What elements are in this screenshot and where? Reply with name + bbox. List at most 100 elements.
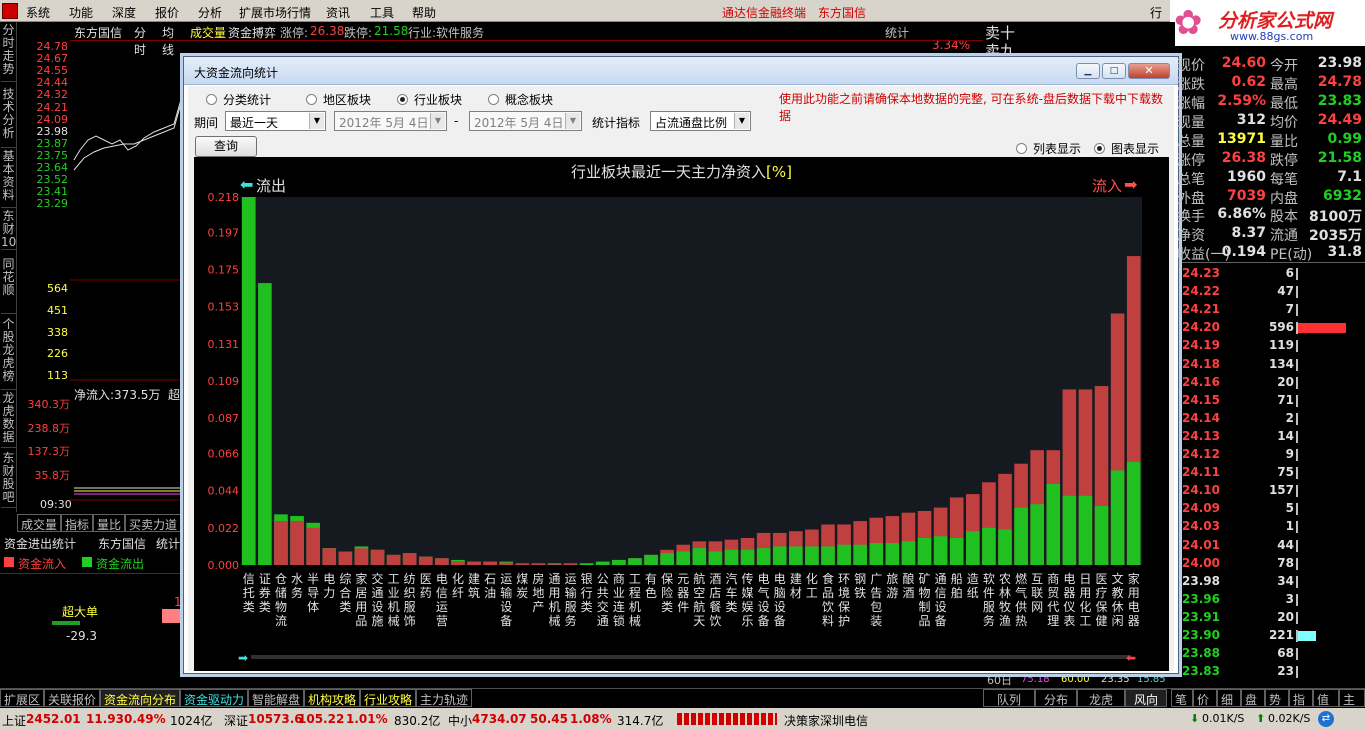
super-big-bar-out	[52, 621, 80, 625]
tab-fund-driver[interactable]: 资金驱动力	[180, 689, 249, 707]
menu-depth[interactable]: 深度	[112, 4, 136, 21]
sz-amount: 830.2亿	[394, 714, 441, 728]
radio-chart-view[interactable]: 图表显示	[1094, 140, 1159, 157]
flower-logo-icon: ✿	[1174, 3, 1203, 43]
mini-tab-5[interactable]: 势	[1265, 689, 1289, 707]
tab-ext-area[interactable]: 扩展区	[0, 689, 45, 707]
tab-inst-strategy[interactable]: 机构攻略	[304, 689, 361, 707]
tab-buy-sell-force[interactable]: 买卖力道	[125, 514, 182, 532]
query-button[interactable]: 查询	[195, 136, 257, 157]
tick-volume: 119	[1268, 338, 1294, 353]
category-label: 房	[532, 571, 544, 586]
tick-marker	[1296, 666, 1298, 679]
legend-out: 资金流出	[96, 557, 145, 571]
side-tab-dragon-list[interactable]: 个股龙虎榜	[1, 318, 16, 390]
side-tab-basic[interactable]: 基本资料	[1, 150, 16, 208]
radio-category[interactable]: 分类统计	[206, 91, 271, 108]
tick-price: 24.18	[1182, 356, 1220, 371]
tick-price: 24.15	[1182, 392, 1220, 407]
minimize-icon[interactable]: ▁	[1076, 63, 1100, 79]
scroll-right-icon[interactable]: ➡	[238, 651, 248, 665]
side-tab-intraday[interactable]: 分时走势	[1, 24, 16, 82]
fund-flow-panel: 资金进出统计 东方国信 统计 资金流入 资金流出 超大单 -29.3 1	[0, 533, 183, 685]
tab-dragon[interactable]: 龙虎	[1077, 689, 1125, 707]
app-name: 通达信金融终端	[722, 6, 807, 20]
category-label: 信	[243, 572, 255, 586]
super-big-tail: 1	[174, 595, 182, 609]
mini-tab-7[interactable]: 值	[1313, 689, 1339, 707]
scroll-left-icon[interactable]: ⬅	[1126, 651, 1136, 665]
site-logo: ✿ 分析家公式网 www.88gs.com	[1170, 0, 1365, 46]
bar-inner-segment	[1110, 470, 1125, 565]
menu-quote[interactable]: 报价	[155, 4, 179, 21]
category-label: 品	[355, 614, 367, 628]
quote-value: 26.38	[1221, 150, 1266, 166]
menu-tools[interactable]: 工具	[370, 4, 394, 21]
tick-price: 24.16	[1182, 374, 1220, 389]
flow-tick: 340.3万	[27, 398, 71, 411]
radio-region[interactable]: 地区板块	[306, 91, 371, 108]
menu-news[interactable]: 资讯	[326, 4, 350, 21]
side-tab-technical[interactable]: 技术分析	[1, 88, 16, 148]
menu-analysis[interactable]: 分析	[198, 4, 222, 21]
ma-val-1: 75.18	[1021, 674, 1050, 685]
price-tick: 24.67	[36, 52, 69, 66]
date-to-picker[interactable]: 2012年 5月 4日 ▼	[469, 111, 582, 131]
category-label: 造	[967, 572, 979, 586]
quote-label: 今开	[1270, 58, 1298, 74]
tab-main-track[interactable]: 主力轨迹	[416, 689, 473, 707]
quote-label: 外盘	[1177, 191, 1205, 207]
mini-tab-1[interactable]: 笔	[1171, 689, 1193, 707]
tab-volume-ind[interactable]: 成交量	[17, 514, 62, 532]
radio-industry[interactable]: 行业板块	[397, 91, 462, 108]
tab-volume-ratio[interactable]: 量比	[93, 514, 126, 532]
category-label: 车	[725, 585, 737, 600]
tab-volume[interactable]: 成交量	[190, 24, 226, 41]
network-icon[interactable]: ⇄	[1318, 711, 1334, 727]
tab-industry-strategy[interactable]: 行业攻略	[360, 689, 417, 707]
category-label: 备	[774, 614, 786, 628]
side-tab-ths[interactable]: 同花顺	[1, 258, 16, 314]
mini-tab-8[interactable]: 主	[1339, 689, 1365, 707]
price-tick: 23.75	[36, 148, 69, 162]
metric-select[interactable]: 占流通盘比例 ▼	[650, 111, 751, 131]
radio-list-view[interactable]: 列表显示	[1016, 140, 1081, 157]
side-tab-eastmoney[interactable]: 东财10	[1, 210, 16, 250]
tab-smart-analysis[interactable]: 智能解盘	[248, 689, 305, 707]
tab-fund-flow-dist[interactable]: 资金流向分布	[100, 689, 181, 707]
mini-tab-3[interactable]: 细	[1217, 689, 1241, 707]
ma-val-3: 23.35	[1101, 674, 1130, 685]
bar-inner-segment	[805, 546, 819, 565]
close-icon[interactable]: ✕	[1128, 63, 1170, 79]
radio-concept[interactable]: 概念板块	[488, 91, 553, 108]
mini-tab-4[interactable]: 盘	[1241, 689, 1265, 707]
menu-help[interactable]: 帮助	[412, 4, 436, 21]
tab-fund-game[interactable]: 资金搏弈	[228, 24, 276, 41]
category-label: 包	[870, 600, 882, 614]
mini-tab-6[interactable]: 指	[1289, 689, 1313, 707]
tick-price: 23.98	[1182, 573, 1220, 588]
chart-scrollbar[interactable]	[251, 655, 1131, 659]
quote-value: 1960	[1227, 169, 1266, 185]
menu-function[interactable]: 功能	[69, 4, 93, 21]
date-from-picker[interactable]: 2012年 5月 4日 ▼	[334, 111, 447, 131]
side-tab-dragon-data[interactable]: 龙虎数据	[1, 392, 16, 448]
side-tab-guba[interactable]: 东财股吧	[1, 452, 16, 508]
category-label: 保	[1096, 600, 1108, 614]
maximize-icon[interactable]: □	[1102, 63, 1126, 79]
tick-price: 24.14	[1182, 410, 1220, 425]
y-tick-label: 0.066	[208, 448, 240, 461]
period-label: 期间	[194, 116, 219, 130]
period-select[interactable]: 最近一天 ▼	[225, 111, 326, 131]
tick-marker	[1296, 286, 1298, 299]
menu-system[interactable]: 系统	[26, 4, 50, 21]
tab-queue[interactable]: 队列	[983, 689, 1035, 707]
tab-related-quote[interactable]: 关联报价	[44, 689, 101, 707]
dialog-titlebar[interactable]: 大资金流向统计 ▁ □ ✕	[184, 57, 1178, 85]
mini-tab-2[interactable]: 价	[1193, 689, 1217, 707]
tab-wind[interactable]: 风向	[1125, 689, 1167, 707]
menu-fragment: 行	[1150, 6, 1163, 20]
menu-ext-market[interactable]: 扩展市场行情	[239, 4, 311, 21]
tab-indicator[interactable]: 指标	[61, 514, 94, 532]
tab-distribution[interactable]: 分布	[1035, 689, 1077, 707]
